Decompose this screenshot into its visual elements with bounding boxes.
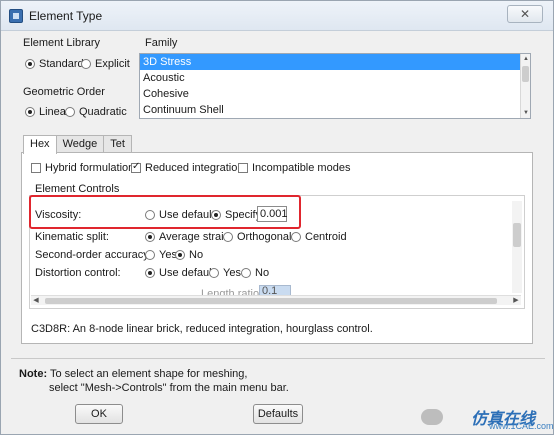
reduced-integration-option[interactable]: Reduced integration [131,161,244,174]
centroid-label: Centroid [305,231,347,243]
distortion-yes[interactable]: Yes [209,267,241,279]
watermark-sub: www.1CAE.com [489,421,554,431]
tab-wedge[interactable]: Wedge [55,135,105,153]
scroll-up-icon[interactable]: ▲ [522,55,530,63]
second-order-yes-radio[interactable] [145,250,155,260]
standard-radio[interactable] [25,59,35,69]
scroll-right-icon[interactable]: ▶ [511,296,521,306]
reduced-checkbox[interactable] [131,161,141,173]
family-title: Family [143,37,180,49]
quadratic-radio[interactable] [65,107,75,117]
element-library-title: Element Library [21,37,103,49]
distortion-use-default[interactable]: Use default [145,267,215,279]
tab-tet[interactable]: Tet [103,135,132,153]
orthogonal-label: Orthogonal [237,231,292,243]
element-library-explicit[interactable]: Explicit [81,58,130,70]
geometric-order-linear[interactable]: Linear [25,106,70,118]
scroll-thumb[interactable] [522,66,529,82]
reduced-label: Reduced integration [145,162,244,174]
viscosity-highlight-box [29,195,301,229]
linear-radio[interactable] [25,107,35,117]
app-icon [9,9,23,23]
second-order-no-radio[interactable] [175,250,185,260]
separator [11,358,545,359]
family-item[interactable]: Continuum Shell [140,102,530,118]
geometric-order-quadratic[interactable]: Quadratic [65,106,127,118]
quadratic-label: Quadratic [79,106,127,118]
wechat-icon [421,409,443,425]
controls-scroll-thumb[interactable] [513,223,521,247]
average-strain-radio[interactable] [145,232,155,242]
element-description: C3D8R: An 8-node linear brick, reduced i… [31,323,373,335]
kinematic-split-label: Kinematic split: [35,231,109,243]
element-shape-tabs: Hex Wedge Tet [23,135,132,154]
controls-horizontal-scrollbar[interactable]: ◀ ▶ [31,295,521,305]
family-scrollbar[interactable]: ▲ ▼ [520,54,530,118]
note-line-1: To select an element shape for meshing, [49,368,248,380]
title-bar: Element Type ✕ [1,1,553,31]
ok-button[interactable]: OK [75,404,123,424]
family-item[interactable]: Acoustic [140,70,530,86]
second-order-no-label: No [189,249,204,261]
close-button[interactable]: ✕ [507,5,543,23]
scroll-down-icon[interactable]: ▼ [522,109,530,117]
defaults-button[interactable]: Defaults [253,404,303,424]
incompatible-modes-option[interactable]: Incompatible modes [238,162,350,174]
distortion-no[interactable]: No [241,267,269,279]
kinematic-orthogonal[interactable]: Orthogonal [223,231,291,243]
element-type-dialog: Element Type ✕ Element Library Standard … [0,0,554,435]
incompatible-label: Incompatible modes [252,162,351,174]
distortion-no-label: No [255,267,270,279]
controls-vertical-scrollbar[interactable] [512,201,522,293]
kinematic-average-strain[interactable]: Average strain [145,231,230,243]
controls-hscroll-thumb[interactable] [45,298,497,304]
centroid-radio[interactable] [291,232,301,242]
distortion-yes-radio[interactable] [209,268,219,278]
distortion-default-radio[interactable] [145,268,155,278]
average-strain-label: Average strain [159,231,230,243]
second-order-label: Second-order accuracy: [35,249,152,261]
element-library-standard[interactable]: Standard [25,58,84,70]
element-controls-title: Element Controls [33,183,122,195]
explicit-radio[interactable] [81,59,91,69]
explicit-label: Explicit [95,58,130,70]
kinematic-centroid[interactable]: Centroid [291,231,347,243]
window-title: Element Type [29,9,103,23]
standard-label: Standard [39,58,84,70]
distortion-default-label: Use default [159,267,215,279]
scroll-left-icon[interactable]: ◀ [31,296,41,306]
distortion-control-label: Distortion control: [35,267,121,279]
note-text: Note: To select an element shape for mes… [19,367,289,395]
hybrid-formulation-option[interactable]: Hybrid formulation [31,162,134,174]
geometric-order-title: Geometric Order [21,86,107,98]
distortion-no-radio[interactable] [241,268,251,278]
orthogonal-radio[interactable] [223,232,233,242]
distortion-yes-label: Yes [223,267,241,279]
second-order-no[interactable]: No [175,249,203,261]
tab-hex[interactable]: Hex [23,135,57,154]
note-label: Note: [19,368,48,380]
hybrid-label: Hybrid formulation [45,162,135,174]
hybrid-checkbox[interactable] [31,163,41,173]
incompatible-checkbox[interactable] [238,163,248,173]
family-listbox[interactable]: 3D Stress Acoustic Cohesive Continuum Sh… [139,53,531,119]
family-item[interactable]: 3D Stress [140,54,530,70]
family-item[interactable]: Cohesive [140,86,530,102]
note-line-2: select "Mesh->Controls" from the main me… [49,382,289,394]
second-order-yes[interactable]: Yes [145,249,177,261]
